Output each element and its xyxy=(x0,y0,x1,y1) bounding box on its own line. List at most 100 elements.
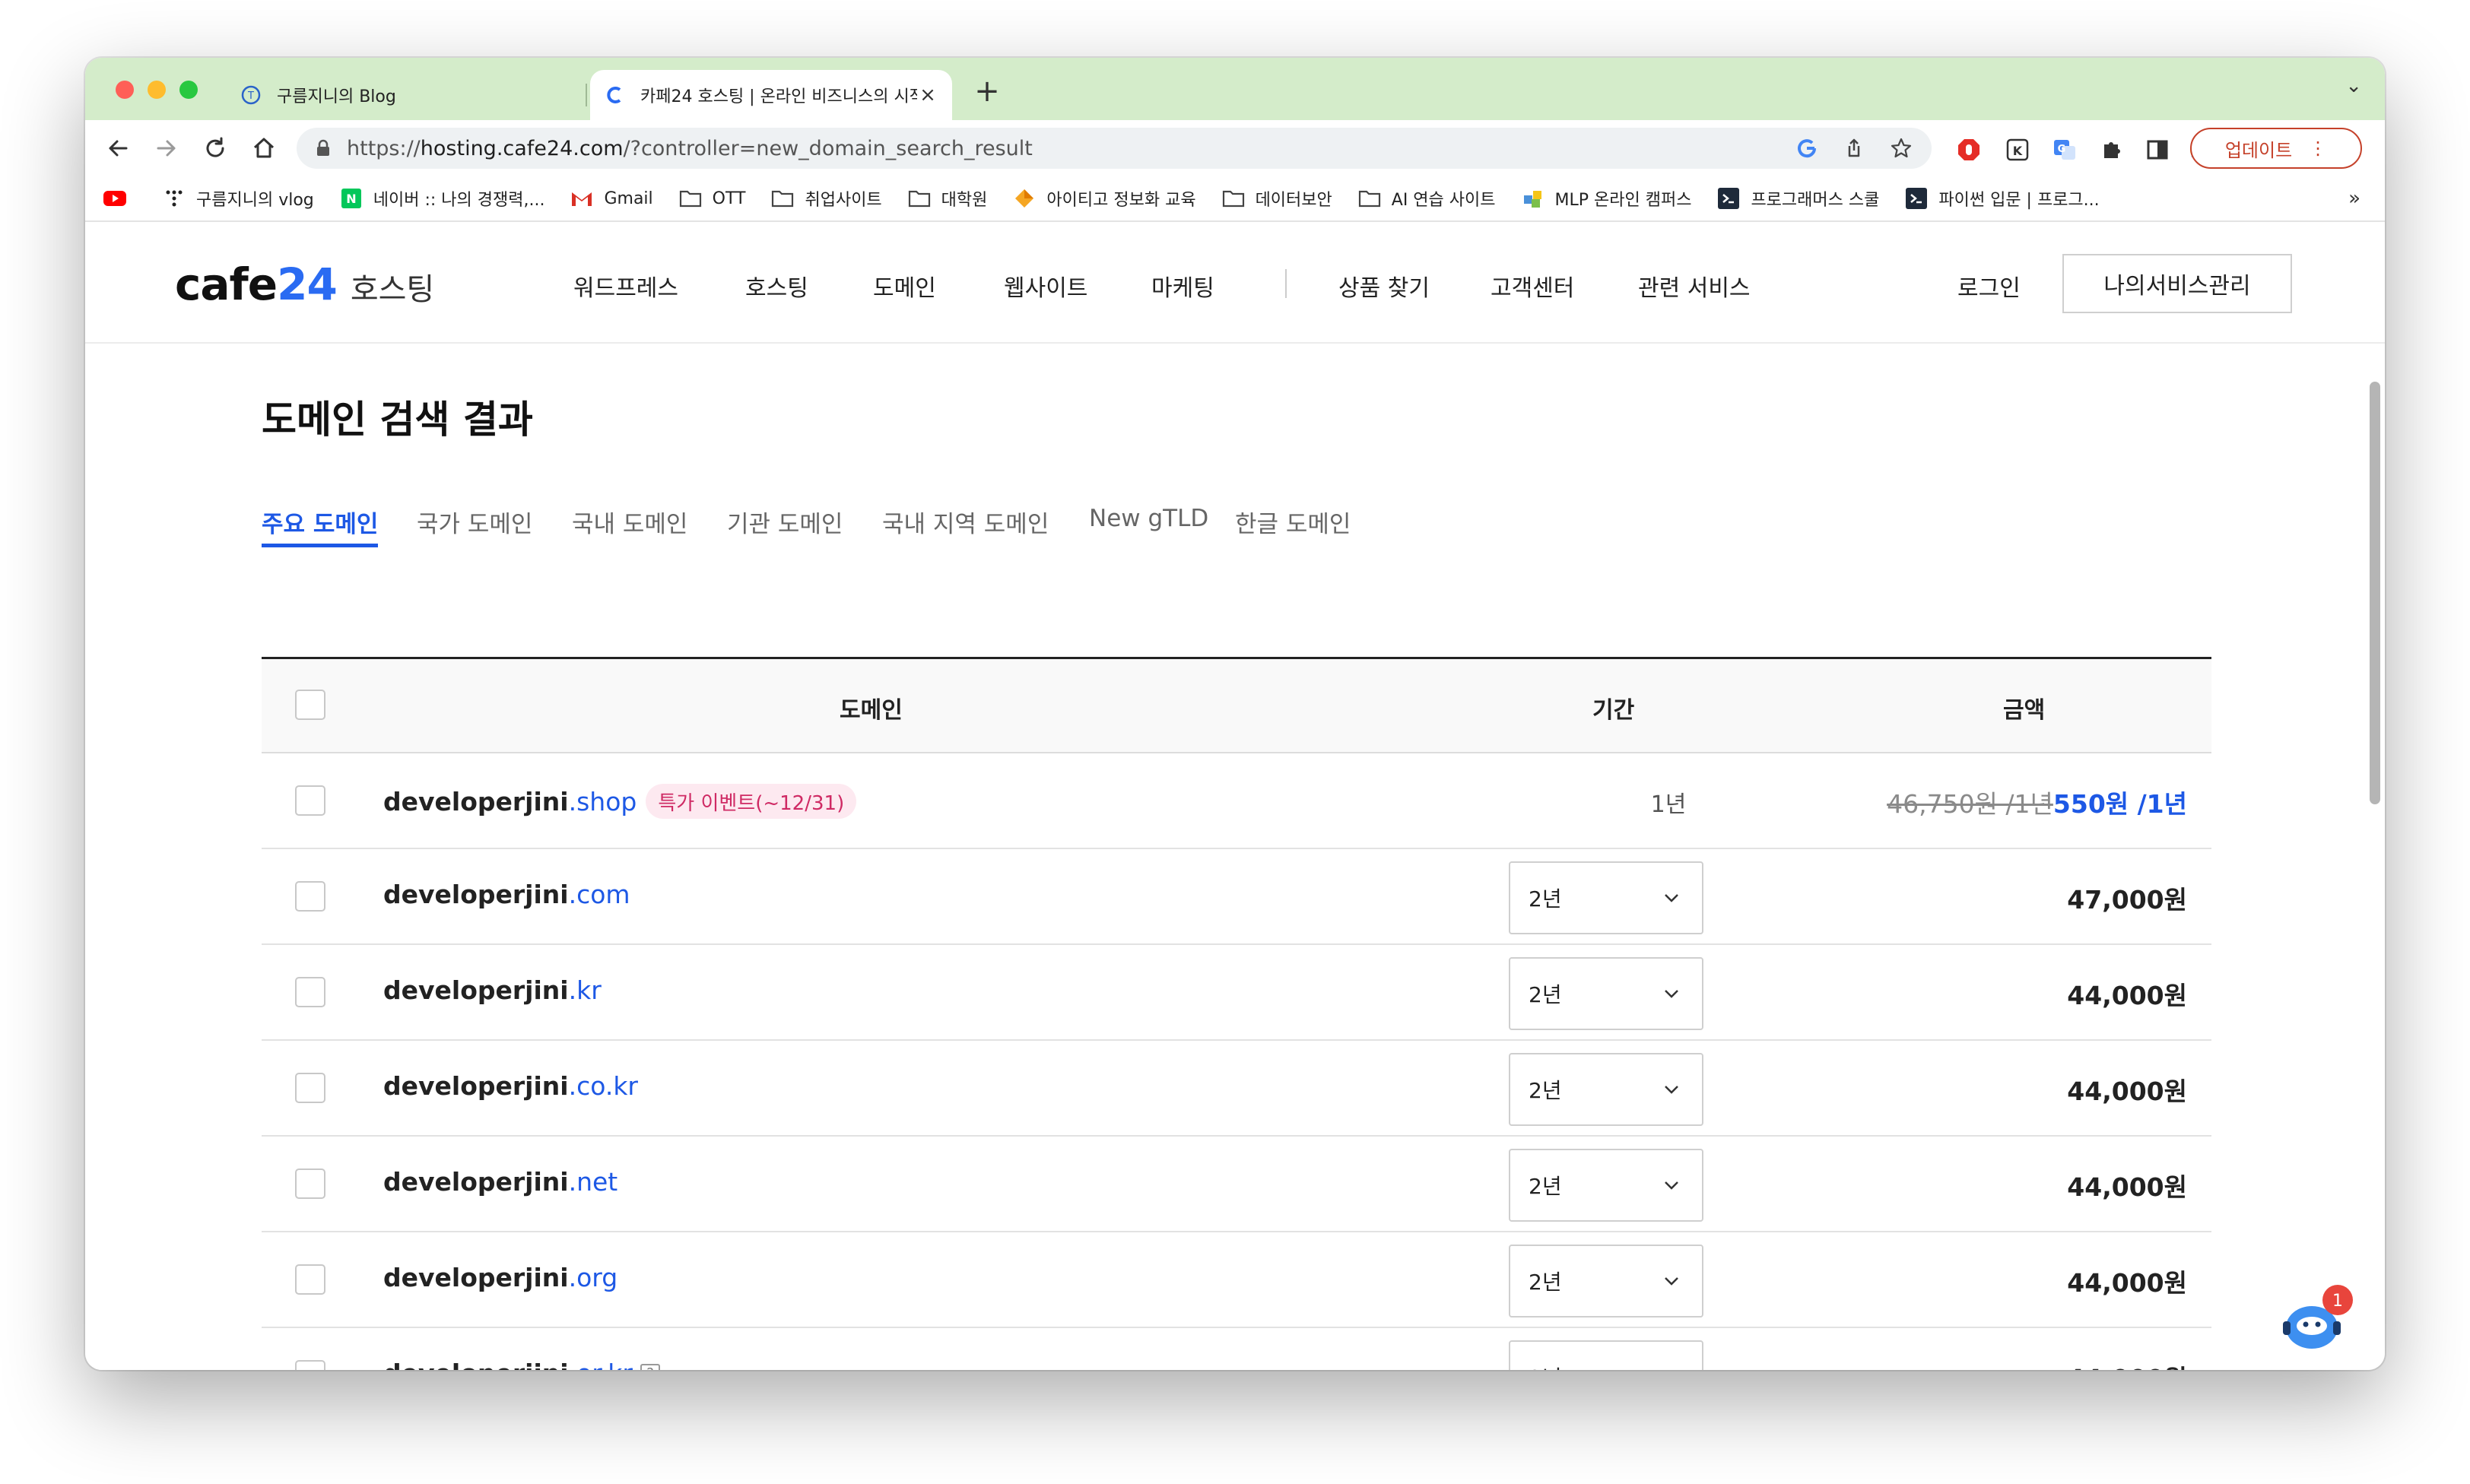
bookmark-naver[interactable]: N 네이버 :: 나의 경쟁력,... xyxy=(340,186,544,211)
tab-country-domains[interactable]: 국가 도메인 xyxy=(417,505,532,547)
row-checkbox[interactable] xyxy=(295,1360,325,1370)
close-window-button[interactable] xyxy=(116,81,134,99)
programmers-icon xyxy=(1717,188,1740,209)
tab-strip: T 구름지니의 Blog × 카페24 호스팅 | 온라인 비즈니스의 시작 ×… xyxy=(85,58,2385,120)
period-selected-value: 2년 xyxy=(1529,1078,1562,1103)
domain-tld: .co.kr xyxy=(568,1071,639,1101)
domain-tld: .org xyxy=(568,1263,618,1292)
nav-item-domain[interactable]: 도메인 xyxy=(873,269,936,303)
youtube-icon xyxy=(103,188,126,209)
folder-icon xyxy=(1358,188,1381,209)
puzzle-icon[interactable] xyxy=(2097,135,2126,164)
help-icon[interactable]: ? xyxy=(640,1363,660,1370)
url-text[interactable]: https://hosting.cafe24.com/?controller=n… xyxy=(347,137,1773,160)
side-panel-icon[interactable] xyxy=(2143,135,2172,164)
bookmark-itgo[interactable]: 아이티고 정보화 교육 xyxy=(1013,186,1196,211)
price-value: 47,000원 xyxy=(2067,885,2187,915)
period-select[interactable]: 2년 xyxy=(1509,1245,1703,1318)
page-scrollbar[interactable] xyxy=(2370,382,2380,804)
nav-item-related-services[interactable]: 관련 서비스 xyxy=(1638,269,1751,303)
share-icon[interactable] xyxy=(1840,135,1868,162)
maximize-window-button[interactable] xyxy=(179,81,198,99)
bookmark-star-icon[interactable] xyxy=(1887,135,1915,162)
bookmarks-bar: 구름지니의 vlog N 네이버 :: 나의 경쟁력,... Gmail OTT… xyxy=(85,176,2385,222)
domain-tld: .kr xyxy=(568,975,602,1005)
extension-k-icon[interactable]: K xyxy=(2003,135,2032,164)
bookmark-python[interactable]: 파이썬 입문 | 프로그... xyxy=(1905,186,2100,211)
period-select[interactable]: 2년 xyxy=(1509,1053,1703,1126)
site-header: cafe 24 호스팅 워드프레스 호스팅 도메인 웹사이트 마케팅 상품 찾기 고… xyxy=(85,224,2385,344)
address-bar[interactable]: https://hosting.cafe24.com/?controller=n… xyxy=(297,128,1932,169)
bookmark-folder-ai[interactable]: AI 연습 사이트 xyxy=(1358,186,1496,211)
table-row: developerjini .com 2년 47,000원 xyxy=(262,849,2211,945)
tab-regional-domains[interactable]: 국내 지역 도메인 xyxy=(882,505,1049,547)
row-checkbox[interactable] xyxy=(295,977,325,1007)
my-service-button[interactable]: 나의서비스관리 xyxy=(2062,254,2292,313)
row-checkbox[interactable] xyxy=(295,1168,325,1199)
chevron-down-icon xyxy=(1661,1366,1682,1370)
bookmark-gmail[interactable]: Gmail xyxy=(570,188,653,209)
chat-button[interactable]: 1 xyxy=(2278,1283,2354,1359)
login-link[interactable]: 로그인 xyxy=(1957,269,2021,303)
bookmark-folder-security[interactable]: 데이터보안 xyxy=(1222,186,1332,211)
home-button[interactable] xyxy=(245,129,283,167)
tab-major-domains[interactable]: 주요 도메인 xyxy=(262,505,379,547)
nav-item-find-product[interactable]: 상품 찾기 xyxy=(1338,269,1430,303)
tab-korean-domains[interactable]: 한글 도메인 xyxy=(1235,505,1351,547)
nav-item-customer-center[interactable]: 고객센터 xyxy=(1491,269,1574,303)
period-selected-value: 2년 xyxy=(1529,886,1562,912)
row-checkbox[interactable] xyxy=(295,1073,325,1103)
back-button[interactable] xyxy=(99,129,137,167)
tab-institution-domains[interactable]: 기관 도메인 xyxy=(727,505,843,547)
reload-icon xyxy=(206,137,224,157)
translate-icon[interactable]: G xyxy=(2050,135,2079,164)
bookmark-folder-ott[interactable]: OTT xyxy=(679,188,745,209)
tab-search-button[interactable]: ⌄ xyxy=(2345,75,2362,97)
row-checkbox[interactable] xyxy=(295,785,325,816)
adblock-icon[interactable] xyxy=(1954,135,1983,164)
forward-button[interactable] xyxy=(148,129,186,167)
bookmark-mlp[interactable]: MLP 온라인 캠퍼스 xyxy=(1522,186,1691,211)
period-selected-value: 2년 xyxy=(1529,982,1562,1007)
domain-cell: developerjini .com xyxy=(383,880,630,909)
nav-item-marketing[interactable]: 마케팅 xyxy=(1151,269,1214,303)
minimize-window-button[interactable] xyxy=(148,81,166,99)
new-tab-button[interactable]: + xyxy=(970,75,1004,108)
bookmark-folder-jobs[interactable]: 취업사이트 xyxy=(771,186,882,211)
nav-item-wordpress[interactable]: 워드프레스 xyxy=(573,269,678,303)
column-header-price: 금액 xyxy=(2003,697,2046,724)
domain-cell: developerjini .co.kr xyxy=(383,1071,638,1101)
table-row: developerjini .net 2년 44,000원 xyxy=(262,1137,2211,1232)
bookmark-folder-grad[interactable]: 대학원 xyxy=(908,186,987,211)
bookmark-youtube[interactable] xyxy=(103,188,137,209)
browser-window: T 구름지니의 Blog × 카페24 호스팅 | 온라인 비즈니스의 시작 ×… xyxy=(85,58,2385,1370)
bookmark-vlog[interactable]: 구름지니의 vlog xyxy=(163,186,314,211)
browser-tab-cafe24[interactable]: 카페24 호스팅 | 온라인 비즈니스의 시작 × xyxy=(590,70,952,120)
chatbot-icon: 1 xyxy=(2283,1285,2353,1349)
period-select[interactable]: 2년 xyxy=(1509,957,1703,1030)
period-select[interactable]: 2년 xyxy=(1509,1340,1703,1370)
folder-icon xyxy=(908,188,931,209)
nav-item-website[interactable]: 웹사이트 xyxy=(1004,269,1087,303)
tab-new-gtld[interactable]: New gTLD xyxy=(1089,505,1208,547)
folder-icon xyxy=(1222,188,1245,209)
google-icon[interactable] xyxy=(1793,135,1821,162)
home-icon xyxy=(253,138,275,158)
forward-arrow-icon xyxy=(157,140,176,157)
nav-item-hosting[interactable]: 호스팅 xyxy=(745,269,808,303)
bookmark-programmers[interactable]: 프로그래머스 스쿨 xyxy=(1717,186,1879,211)
bookmarks-overflow-button[interactable]: » xyxy=(2348,187,2360,210)
row-checkbox[interactable] xyxy=(295,881,325,912)
period-select[interactable]: 2년 xyxy=(1509,861,1703,934)
cafe24-logo[interactable]: cafe 24 호스팅 xyxy=(175,258,434,310)
update-button[interactable]: 업데이트 ⋮ xyxy=(2190,128,2362,169)
close-icon[interactable]: × xyxy=(917,84,938,106)
tab-domestic-domains[interactable]: 국내 도메인 xyxy=(572,505,687,547)
reload-button[interactable] xyxy=(196,129,234,167)
period-select[interactable]: 2년 xyxy=(1509,1149,1703,1222)
more-vertical-icon: ⋮ xyxy=(2309,138,2328,159)
tistory-icon: T xyxy=(240,84,262,106)
row-checkbox[interactable] xyxy=(295,1264,325,1295)
chevron-down-icon xyxy=(1665,1086,1678,1094)
select-all-checkbox[interactable] xyxy=(295,690,325,720)
